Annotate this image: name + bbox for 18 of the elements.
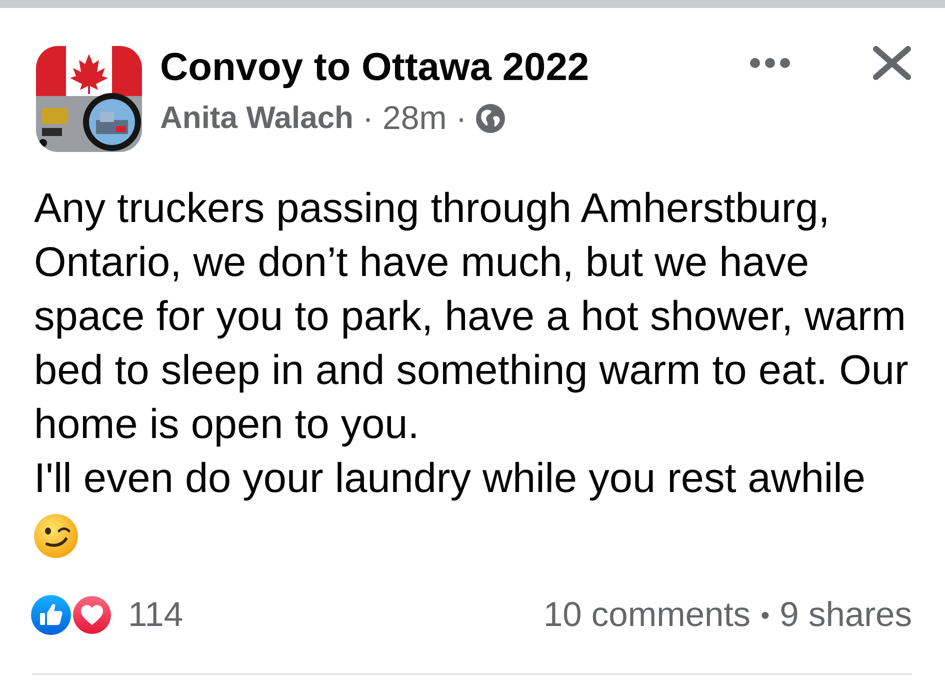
group-name[interactable]: Convoy to Ottawa 2022 — [160, 46, 748, 90]
globe-icon — [476, 104, 505, 132]
avatar-drawing[interactable] — [36, 46, 142, 152]
reaction-count[interactable]: 114 — [128, 596, 184, 634]
more-icon — [749, 57, 791, 69]
winking-emoji-icon — [34, 514, 78, 558]
more-button[interactable] — [748, 56, 792, 70]
separator-dot: · — [362, 98, 374, 138]
post-time[interactable]: 28m — [382, 98, 447, 138]
close-button[interactable] — [872, 46, 912, 80]
author-name[interactable]: Anita Walach — [160, 98, 354, 138]
comments-count[interactable]: 10 comments — [543, 596, 751, 634]
shares-count[interactable]: 9 shares — [780, 596, 912, 634]
close-icon — [872, 46, 912, 80]
like-icon — [30, 594, 72, 636]
separator-dot: • — [760, 600, 770, 630]
separator-dot: · — [456, 98, 467, 138]
post-text: Any truckers passing through Amherstburg, Ontario, we don’t have much, but we have space for you to park, have a hot shower, warm bed to sleep in and something warm to eat. Our home is open to you. I'll even do your laundry while you rest awhile — [34, 183, 910, 503]
